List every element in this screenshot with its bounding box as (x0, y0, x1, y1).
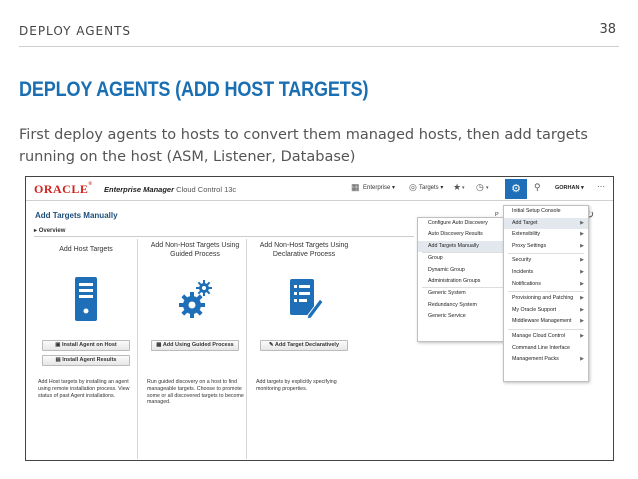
menu-item-manage-cloud-control[interactable]: Manage Cloud Control ▶ (504, 331, 588, 343)
submenu-arrow-icon: ▶ (580, 318, 584, 325)
setup-gear-icon[interactable]: ⚙ (505, 179, 527, 199)
setup-menu: Initial Setup Console Add Target ▶ Extens… (503, 205, 589, 382)
more-options-icon[interactable]: ⋯ (597, 182, 605, 191)
favorites-star-icon[interactable]: ★ (453, 182, 461, 193)
submenu-arrow-icon: ▶ (580, 231, 584, 238)
menu-item-security[interactable]: Security ▶ (504, 255, 588, 267)
enterprise-menu[interactable]: Enterprise ▾ (363, 184, 395, 191)
add-target-declaratively-button[interactable]: ✎ Add Target Declaratively (260, 340, 348, 351)
card-description: Add targets by explicitly specifying mon… (256, 379, 337, 392)
slide-body-text: First deploy agents to hosts to convert … (19, 127, 588, 165)
history-clock-icon[interactable]: ◷ (476, 182, 484, 193)
card-description: Add Host targets by installing an agent … (38, 379, 130, 399)
menu-item-proxy-settings[interactable]: Proxy Settings ▶ (504, 241, 588, 253)
menu-item-middleware-management[interactable]: Middleware Management ▶ (504, 316, 588, 328)
install-agent-results-button[interactable]: ▤ Install Agent Results (42, 355, 130, 366)
card-title: Add Host Targets (59, 246, 113, 253)
submenu-arrow-icon: ▶ (580, 257, 584, 264)
gears-icon (179, 280, 212, 318)
card-add-declarative: Add Non-Host Targets Using Declarative P… (252, 239, 356, 459)
submenu-arrow-icon: ▶ (580, 295, 584, 302)
targets-icon: ◎ (409, 182, 417, 192)
form-edit-icon (290, 279, 324, 320)
overview-toggle[interactable]: ▸ Overview (34, 227, 65, 234)
menu-item-notifications[interactable]: Notifications ▶ (504, 279, 588, 291)
menu-separator (508, 328, 584, 330)
overview-divider (34, 236, 414, 237)
card-title: Add Non-Host Targets Using Guided Proces… (150, 242, 240, 258)
page-title: Add Targets Manually (35, 211, 118, 220)
menu-item-command-line-interface[interactable]: Command Line Interface (504, 343, 588, 355)
history-chevron-icon[interactable]: ▾ (486, 185, 489, 191)
em-screenshot: ORACLE® Enterprise Manager Cloud Control… (25, 176, 614, 461)
menu-item-my-oracle-support[interactable]: My Oracle Support ▶ (504, 305, 588, 317)
submenu-arrow-icon: ▶ (580, 242, 584, 249)
menu-separator (508, 253, 584, 255)
submenu-arrow-icon: ▶ (580, 306, 584, 313)
menu-item-extensibility[interactable]: Extensibility ▶ (504, 229, 588, 241)
card-add-guided: Add Non-Host Targets Using Guided Proces… (143, 239, 247, 459)
add-using-guided-process-button[interactable]: ▦ Add Using Guided Process (151, 340, 239, 351)
user-menu[interactable]: GORHAN ▾ (555, 185, 584, 191)
menu-item-management-packs[interactable]: Management Packs ▶ (504, 354, 588, 366)
card-add-host-targets: Add Host Targets ▣ Install Agent on Host… (34, 239, 138, 459)
submenu-arrow-icon: ▶ (580, 280, 584, 287)
submenu-arrow-icon: ▶ (580, 219, 584, 226)
slide-title: DEPLOY AGENTS (ADD HOST TARGETS) (19, 78, 369, 101)
targets-menu[interactable]: Targets ▾ (419, 184, 443, 191)
oracle-logo: ORACLE® (34, 182, 93, 196)
card-description: Run guided discovery on a host to find m… (147, 379, 244, 406)
menu-item-incidents[interactable]: Incidents ▶ (504, 267, 588, 279)
search-icon[interactable]: ⚲ (534, 182, 541, 193)
submenu-arrow-icon: ▶ (580, 332, 584, 339)
slide-page-number: 38 (599, 22, 616, 37)
submenu-arrow-icon: ▶ (580, 356, 584, 363)
card-title: Add Non-Host Targets Using Declarative P… (259, 242, 349, 258)
header-divider (19, 46, 619, 47)
menu-separator (508, 291, 584, 293)
menu-item-initial-setup-console[interactable]: Initial Setup Console (504, 206, 588, 218)
slide-header: DEPLOY AGENTS (19, 24, 132, 38)
install-agent-on-host-button[interactable]: ▣ Install Agent on Host (42, 340, 130, 351)
em-top-bar: ORACLE® Enterprise Manager Cloud Control… (26, 177, 613, 201)
product-title: Enterprise Manager Cloud Control 13c (104, 185, 237, 194)
submenu-arrow-icon: ▶ (580, 268, 584, 275)
server-icon (75, 277, 97, 321)
menu-item-provisioning-and-patching[interactable]: Provisioning and Patching ▶ (504, 293, 588, 305)
enterprise-icon: ▦ (351, 182, 360, 192)
menu-item-add-target[interactable]: Add Target ▶ (504, 217, 588, 230)
favorites-chevron-icon[interactable]: ▾ (462, 185, 465, 191)
